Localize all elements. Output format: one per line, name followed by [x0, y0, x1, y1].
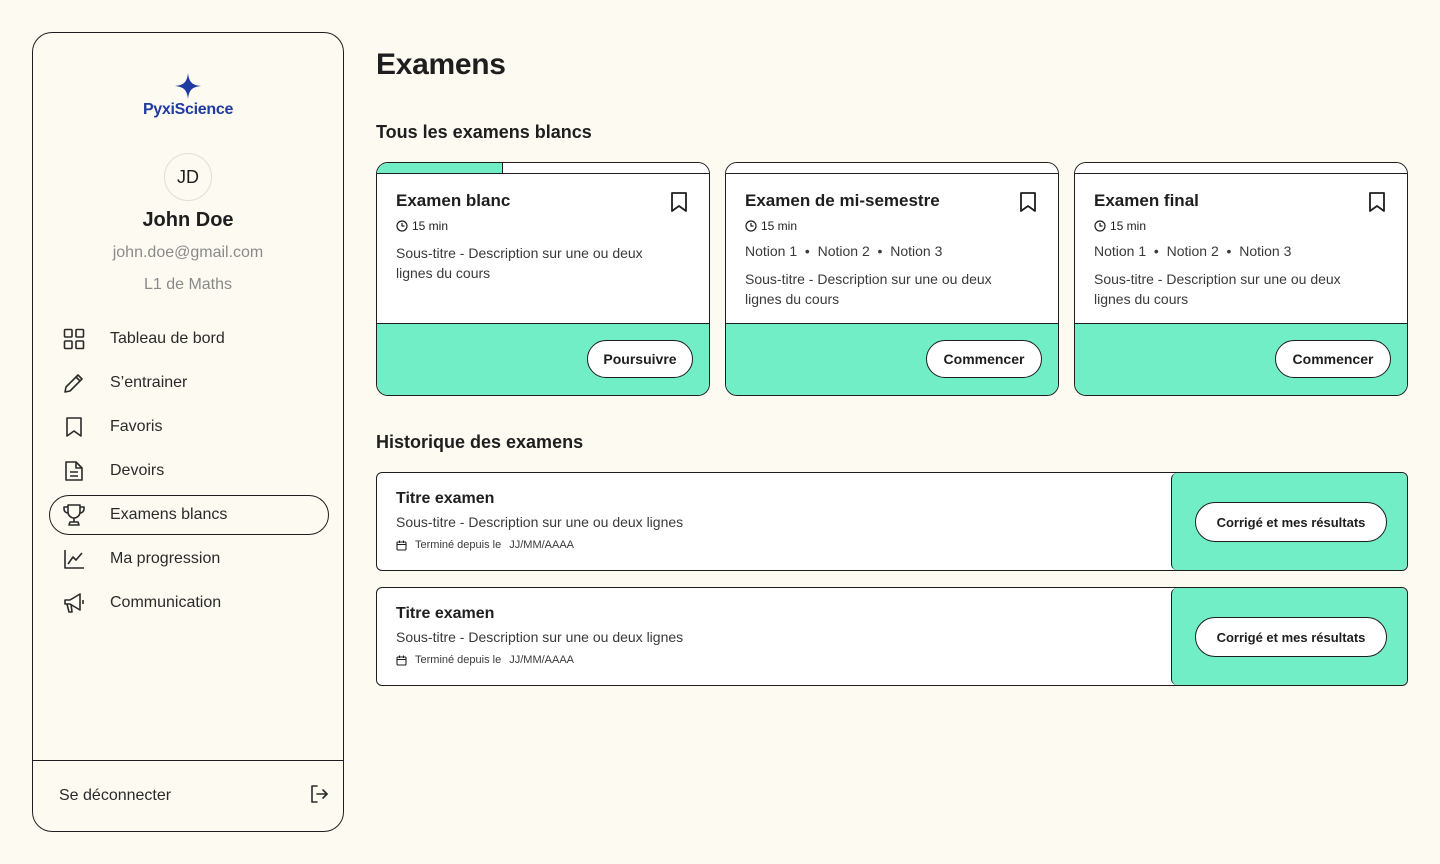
progress-bar [726, 163, 1058, 174]
logout-button[interactable]: Se déconnecter [59, 781, 329, 811]
star-icon [175, 73, 201, 99]
results-button[interactable]: Corrigé et mes résultats [1195, 502, 1387, 542]
sidebar-item-mock-exams[interactable]: Examens blancs [49, 495, 329, 535]
sidebar-item-homework[interactable]: Devoirs [49, 451, 329, 491]
logo-text: PyxiScience [142, 101, 234, 118]
trophy-icon [62, 503, 86, 527]
clock-icon [396, 220, 408, 232]
clock-icon [745, 220, 757, 232]
history-title: Titre examen [396, 490, 495, 507]
avatar[interactable]: JD [164, 153, 212, 201]
logout-icon [309, 784, 329, 809]
bookmark-icon[interactable] [669, 191, 689, 213]
sidebar-item-communication[interactable]: Communication [49, 583, 329, 623]
date-value: JJ/MM/AAAA [509, 539, 575, 551]
bookmark-icon [62, 415, 86, 439]
date-label: Terminé depuis le [415, 654, 502, 666]
exam-notions: Notion 1 • Notion 2 • Notion 3 [745, 243, 943, 259]
logo[interactable]: PyxiScience [33, 73, 343, 119]
history-title: Titre examen [396, 605, 495, 622]
sidebar-item-label: Tableau de bord [110, 330, 225, 347]
sidebar-item-label: Devoirs [110, 462, 165, 479]
sidebar-item-favorites[interactable]: Favoris [49, 407, 329, 447]
exam-title: Examen final [1094, 191, 1199, 210]
description-line: lignes du cours [745, 291, 840, 307]
sidebar-item-label: Examens blancs [110, 506, 228, 523]
grid-icon [62, 327, 86, 351]
sidebar-item-label: Favoris [110, 418, 163, 435]
progress-bar [377, 163, 709, 174]
clock-icon [1094, 220, 1106, 232]
start-button[interactable]: Commencer [1275, 340, 1391, 378]
bookmark-icon[interactable] [1367, 191, 1387, 213]
section-title-history: Historique des examens [376, 432, 584, 452]
date-label: Terminé depuis le [415, 539, 502, 551]
history-description: Sous-titre - Description sur une ou deux… [396, 629, 684, 645]
description-line: Sous-titre - Description sur une ou deux [1094, 271, 1341, 287]
description-line: lignes du cours [396, 265, 491, 281]
progress-bar [1075, 163, 1407, 174]
card-footer: Commencer [726, 323, 1058, 395]
logout-label: Se déconnecter [59, 787, 172, 804]
exam-notions: Notion 1 • Notion 2 • Notion 3 [1094, 243, 1292, 259]
progress-fill [377, 163, 504, 173]
continue-button[interactable]: Poursuivre [587, 340, 693, 378]
exam-duration: 15 min [745, 219, 797, 233]
sidebar-item-label: Communication [110, 594, 222, 611]
duration-text: 15 min [761, 219, 798, 233]
history-date: Terminé depuis le JJ/MM/AAAA [396, 654, 574, 666]
exam-duration: 15 min [396, 219, 448, 233]
sidebar-item-dashboard[interactable]: Tableau de bord [49, 319, 329, 359]
exam-title: Examen de mi-semestre [745, 191, 940, 210]
exam-description: Sous-titre - Description sur une ou deux… [396, 243, 666, 283]
card-footer: Commencer [1075, 323, 1407, 395]
results-button[interactable]: Corrigé et mes résultats [1195, 617, 1387, 657]
history-action: Corrigé et mes résultats [1171, 473, 1407, 570]
duration-text: 15 min [1110, 219, 1147, 233]
history-description: Sous-titre - Description sur une ou deux… [396, 514, 684, 530]
sidebar-item-label: S’entrainer [110, 374, 188, 391]
exam-description: Sous-titre - Description sur une ou deux… [1094, 269, 1364, 309]
section-title-exams: Tous les examens blancs [376, 122, 592, 142]
megaphone-icon [62, 591, 86, 615]
exam-card[interactable]: Examen blanc 15 min Sous-titre - Descrip… [376, 162, 710, 396]
calendar-icon [396, 655, 407, 666]
calendar-icon [396, 540, 407, 551]
description-line: lignes du cours [1094, 291, 1189, 307]
sidebar-nav: Tableau de bord S’entrainer Favoris Devo… [49, 319, 329, 627]
sidebar-item-practice[interactable]: S’entrainer [49, 363, 329, 403]
card-footer: Poursuivre [377, 323, 709, 395]
history-date: Terminé depuis le JJ/MM/AAAA [396, 539, 574, 551]
date-value: JJ/MM/AAAA [509, 654, 575, 666]
history-row: Titre examen Sous-titre - Description su… [376, 472, 1408, 571]
divider [33, 760, 343, 761]
exam-title: Examen blanc [396, 191, 511, 210]
user-name: John Doe [142, 209, 234, 231]
user-email: john.doe@gmail.com [112, 244, 264, 261]
exam-card[interactable]: Examen final 15 min Notion 1 • Notion 2 … [1074, 162, 1408, 396]
sidebar-item-label: Ma progression [110, 550, 221, 567]
user-class: L1 de Maths [143, 276, 233, 293]
sidebar-item-progress[interactable]: Ma progression [49, 539, 329, 579]
description-line: Sous-titre - Description sur une ou deux [396, 245, 643, 261]
document-icon [62, 459, 86, 483]
sidebar: PyxiScience JD John Doe john.doe@gmail.c… [32, 32, 344, 832]
pencil-icon [62, 371, 86, 395]
exam-card[interactable]: Examen de mi-semestre 15 min Notion 1 • … [725, 162, 1059, 396]
chart-line-icon [62, 547, 86, 571]
history-action: Corrigé et mes résultats [1171, 588, 1407, 685]
exam-description: Sous-titre - Description sur une ou deux… [745, 269, 1015, 309]
history-row: Titre examen Sous-titre - Description su… [376, 587, 1408, 686]
description-line: Sous-titre - Description sur une ou deux [745, 271, 992, 287]
start-button[interactable]: Commencer [926, 340, 1042, 378]
bookmark-icon[interactable] [1018, 191, 1038, 213]
exam-duration: 15 min [1094, 219, 1146, 233]
page-title: Examens [376, 48, 506, 81]
duration-text: 15 min [412, 219, 449, 233]
